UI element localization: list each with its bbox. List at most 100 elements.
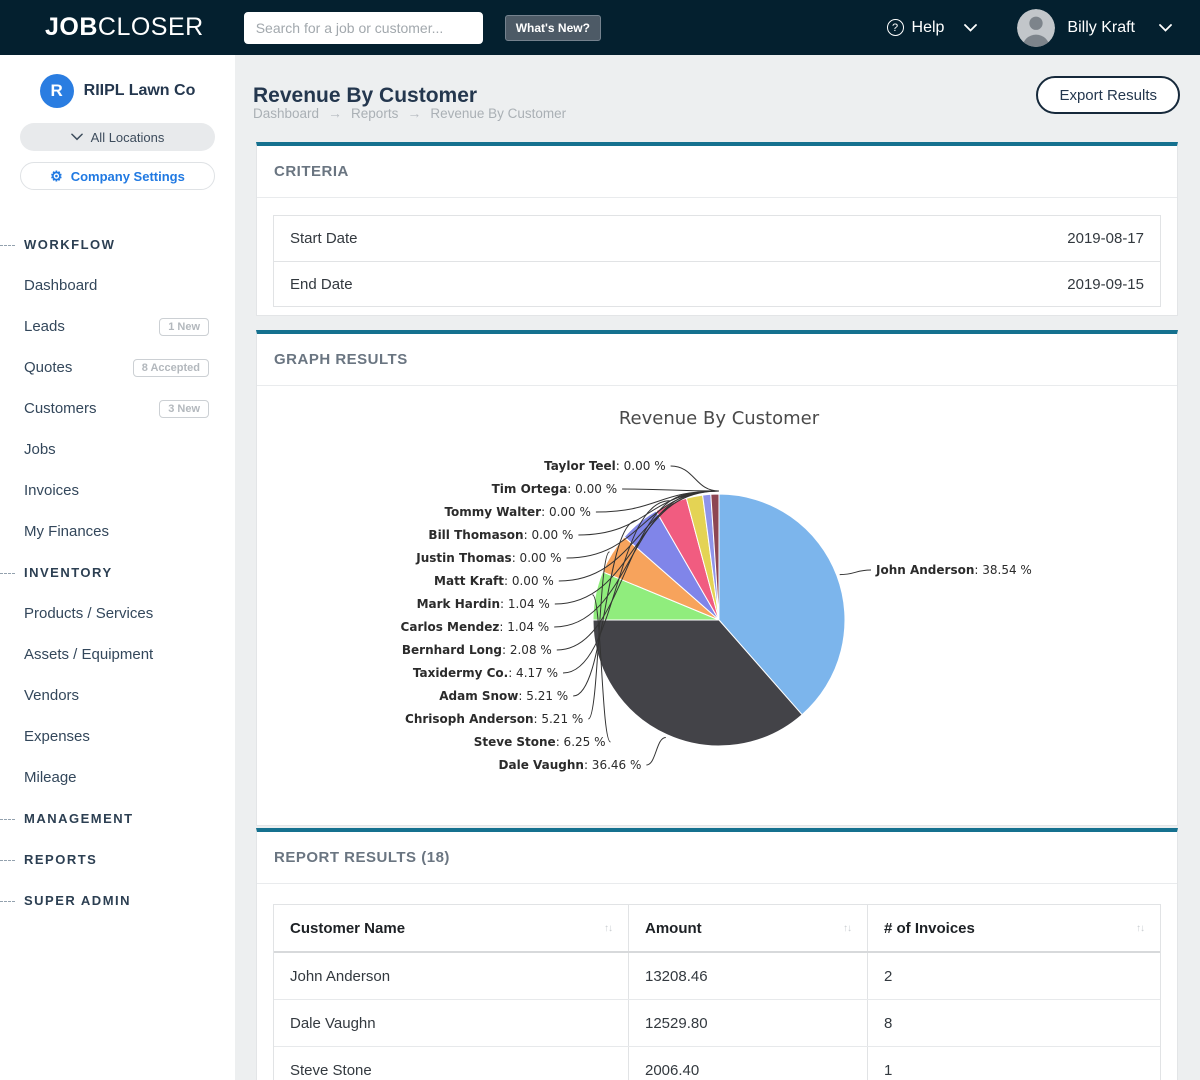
section-label: REPORTS	[24, 852, 97, 867]
export-results-button[interactable]: Export Results	[1036, 76, 1180, 114]
locations-label: All Locations	[91, 130, 165, 145]
sort-icon[interactable]: ↑↓	[1136, 923, 1144, 934]
table-cell: 1	[868, 1047, 1160, 1080]
help-icon: ?	[887, 19, 904, 36]
sidebar-item-label: Quotes	[24, 359, 72, 376]
breadcrumb-item-reports[interactable]: Reports	[351, 106, 398, 121]
sidebar-item-label: Leads	[24, 318, 65, 335]
topbar-right: ? Help Billy Kraft	[887, 9, 1172, 47]
nav-section-workflow[interactable]: WORKFLOW	[0, 224, 235, 265]
company-header: R RIIPL Lawn Co	[0, 74, 235, 108]
nav-section-management[interactable]: MANAGEMENT	[0, 798, 235, 839]
sidebar-item-quotes[interactable]: Quotes 8 Accepted	[0, 347, 235, 388]
section-dash-icon	[0, 573, 15, 574]
nav-section-super-admin[interactable]: SUPER ADMIN	[0, 880, 235, 921]
column-header-of-invoices[interactable]: # of Invoices↑↓	[868, 905, 1160, 951]
company-name: RIIPL Lawn Co	[84, 82, 196, 100]
table-row-dale-vaughn: Dale Vaughn12529.808	[274, 1000, 1160, 1047]
sidebar-item-my-finances[interactable]: My Finances	[0, 511, 235, 552]
app-logo[interactable]: JOBCLOSER	[45, 13, 204, 42]
criteria-card: CRITERIA Start Date 2019-08-17 End Date201…	[256, 142, 1178, 316]
sidebar-item-customers[interactable]: Customers3 New	[0, 388, 235, 429]
avatar	[1017, 9, 1055, 47]
count-badge: 1 New	[159, 318, 209, 336]
whats-new-button[interactable]: What's New?	[505, 15, 601, 41]
pie-label-matt-kraft: Matt Kraft: 0.00 %	[434, 574, 554, 588]
chart-title: Revenue By Customer	[619, 408, 820, 429]
column-label: Amount	[645, 920, 702, 937]
pie-label-adam-snow: Adam Snow: 5.21 %	[439, 689, 568, 703]
search-input[interactable]	[244, 12, 483, 44]
locations-dropdown[interactable]: All Locations	[20, 123, 215, 151]
top-navbar: JOBCLOSER What's New? ? Help Billy Kraft	[0, 0, 1200, 55]
pie-connector	[646, 738, 665, 766]
nav-section-reports[interactable]: REPORTS	[0, 839, 235, 880]
sidebar-item-dashboard[interactable]: Dashboard	[0, 265, 235, 306]
pie-label-chrisoph-anderson: Chrisoph Anderson: 5.21 %	[405, 712, 583, 726]
column-header-amount[interactable]: Amount ↑↓	[629, 905, 868, 951]
criteria-section-title: CRITERIA	[257, 146, 1177, 198]
report-results-card: REPORT RESULTS (18) Customer Name↑↓Amoun…	[256, 828, 1178, 1080]
sidebar-item-label: Jobs	[24, 441, 56, 458]
breadcrumb-arrow-icon: →	[407, 105, 421, 121]
sidebar-item-assets-equipment[interactable]: Assets / Equipment	[0, 634, 235, 675]
sidebar-item-leads[interactable]: Leads 1 New	[0, 306, 235, 347]
sidebar-item-jobs[interactable]: Jobs	[0, 429, 235, 470]
sidebar-item-expenses[interactable]: Expenses	[0, 716, 235, 757]
help-label: Help	[912, 19, 945, 37]
nav-section-inventory[interactable]: INVENTORY	[0, 552, 235, 593]
pie-label-dale-vaughn: Dale Vaughn: 36.46 %	[499, 758, 642, 772]
count-badge: 8 Accepted	[133, 359, 209, 377]
pie-label-tommy-walter: Tommy Walter: 0.00 %	[444, 505, 590, 519]
pie-label-justin-thomas: Justin Thomas: 0.00 %	[415, 551, 561, 565]
sidebar-item-label: Products / Services	[24, 605, 153, 622]
app-logo-bold: JOB	[45, 13, 98, 41]
sidebar-item-vendors[interactable]: Vendors	[0, 675, 235, 716]
section-label: WORKFLOW	[24, 237, 115, 252]
column-header-customer-name[interactable]: Customer Name ↑↓	[274, 905, 629, 951]
criteria-row-end-date: End Date2019-09-15	[274, 261, 1160, 306]
table-cell: 2006.40	[629, 1047, 868, 1080]
breadcrumb-item-revenue-by-customer: Revenue By Customer	[430, 106, 566, 121]
column-label: Customer Name	[290, 920, 405, 937]
company-settings-label: Company Settings	[71, 169, 185, 184]
breadcrumb-item-dashboard[interactable]: Dashboard	[253, 106, 319, 121]
pie-label-bill-thomason: Bill Thomason: 0.00 %	[428, 528, 573, 542]
app-logo-light: CLOSER	[98, 13, 204, 41]
sort-icon[interactable]: ↑↓	[843, 923, 851, 934]
graph-results-card: GRAPH RESULTS Revenue By CustomerTaylor …	[256, 330, 1178, 826]
sidebar-item-mileage[interactable]: Mileage	[0, 757, 235, 798]
criteria-row-start-date: Start Date 2019-08-17	[274, 216, 1160, 261]
sidebar-item-label: Dashboard	[24, 277, 97, 294]
table-cell: 12529.80	[629, 1000, 868, 1046]
help-menu[interactable]: ? Help	[887, 19, 978, 37]
pie-label-tim-ortega: Tim Ortega: 0.00 %	[492, 482, 617, 496]
graph-section-title: GRAPH RESULTS	[257, 334, 1177, 386]
criteria-table: Start Date 2019-08-17 End Date2019-09-15	[273, 215, 1161, 307]
sort-icon[interactable]: ↑↓	[604, 923, 612, 934]
table-cell: Dale Vaughn	[274, 1000, 629, 1046]
table-cell: 2	[868, 953, 1160, 999]
table-row-john-anderson: John Anderson13208.462	[274, 953, 1160, 1000]
company-settings-button[interactable]: ⚙ Company Settings	[20, 162, 215, 190]
section-dash-icon	[0, 245, 15, 246]
user-menu[interactable]: Billy Kraft	[1017, 9, 1172, 47]
sidebar-item-invoices[interactable]: Invoices	[0, 470, 235, 511]
sidebar-item-label: Expenses	[24, 728, 90, 745]
criteria-value: 2019-08-17	[1067, 230, 1144, 247]
revenue-pie-chart: Revenue By CustomerTaylor Teel: 0.00 %Ti…	[257, 386, 1177, 824]
sidebar-item-label: Vendors	[24, 687, 79, 704]
table-cell: 8	[868, 1000, 1160, 1046]
pie-connector	[840, 570, 871, 575]
table-cell: Steve Stone	[274, 1047, 629, 1080]
criteria-label: Start Date	[290, 230, 358, 247]
table-row-steve-stone: Steve Stone2006.401	[274, 1047, 1160, 1080]
breadcrumb-arrow-icon: →	[328, 105, 342, 121]
report-table: Customer Name↑↓Amount↑↓# of Invoices↑↓ J…	[273, 904, 1161, 1080]
sidebar: R RIIPL Lawn Co All Locations ⚙ Company …	[0, 55, 235, 1080]
sidebar-item-products-services[interactable]: Products / Services	[0, 593, 235, 634]
section-label: SUPER ADMIN	[24, 893, 131, 908]
section-label: MANAGEMENT	[24, 811, 134, 826]
pie-label-taxidermy-co: Taxidermy Co.: 4.17 %	[413, 666, 558, 680]
section-dash-icon	[0, 819, 15, 820]
